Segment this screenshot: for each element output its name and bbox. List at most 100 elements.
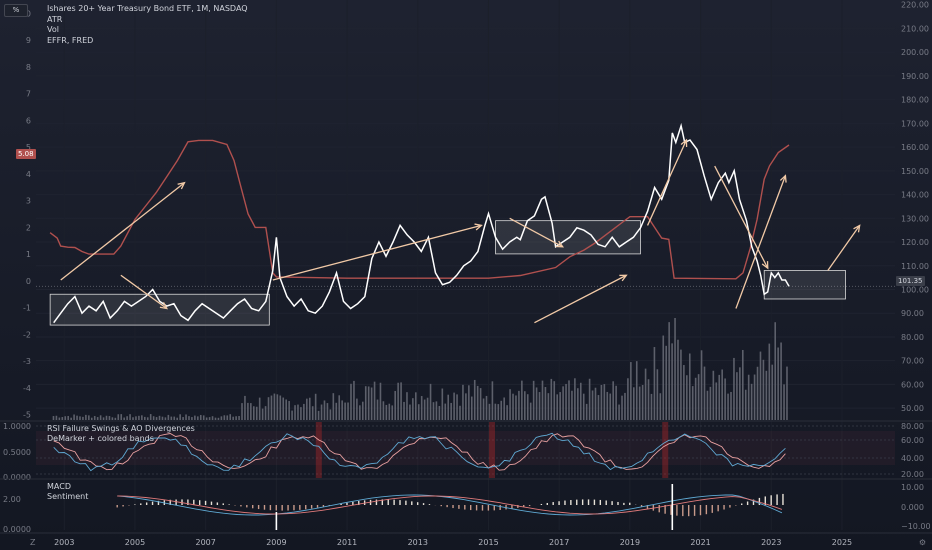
volume-bar <box>733 357 735 420</box>
volume-bar <box>199 414 202 420</box>
volume-bar <box>82 416 84 420</box>
time-tick-label: 2025 <box>832 538 852 547</box>
volume-bar <box>173 416 176 420</box>
demarker-label[interactable]: DeMarker + colored bands <box>47 434 154 444</box>
volume-bar <box>585 403 588 420</box>
rsi-failure-swings-label[interactable]: RSI Failure Swings & AO Divergences <box>47 424 195 434</box>
volume-bar <box>447 394 450 420</box>
volume-bar <box>538 392 541 420</box>
volume-bar <box>415 392 417 420</box>
volume-bar <box>556 394 559 420</box>
volume-bar <box>429 383 432 420</box>
price-tick-label: 80.00 <box>901 333 924 342</box>
osc-right-tick: 20.00 <box>901 470 924 479</box>
volume-bar <box>420 396 423 420</box>
volume-bar <box>574 378 576 420</box>
volume-bar <box>747 374 750 420</box>
volume-bar <box>170 416 173 420</box>
volume-bar <box>630 362 632 420</box>
price-tick-label: 130.00 <box>901 214 929 223</box>
volume-bar <box>677 339 679 420</box>
volume-bar <box>494 403 497 420</box>
volume-bar <box>303 403 305 420</box>
volume-bar <box>417 404 420 420</box>
volume-bar <box>311 406 314 420</box>
macd-histogram-bar <box>658 505 660 513</box>
volume-bar <box>532 380 535 420</box>
volume-bar <box>579 382 582 420</box>
left-tick-label: 1 <box>26 250 31 259</box>
price-tick-label: 150.00 <box>901 167 929 176</box>
volume-bar <box>568 380 570 420</box>
macd-right-tick: 0.000 <box>901 503 924 512</box>
volume-bar <box>665 345 668 420</box>
price-tick-label: 90.00 <box>901 309 924 318</box>
timezone-label[interactable]: Z <box>30 538 35 547</box>
volume-bar <box>403 401 405 420</box>
volume-bar <box>703 366 706 420</box>
volume-bar <box>771 364 774 420</box>
volume-bar <box>158 415 161 420</box>
volume-bar <box>258 397 261 420</box>
osc-right-tick: 60.00 <box>901 436 924 445</box>
volume-bar <box>323 400 326 420</box>
macd-histogram-bar <box>617 501 619 505</box>
osc-left-tick: 0.5000 <box>3 448 31 457</box>
volume-bar <box>191 417 193 420</box>
volume-bar <box>683 365 685 420</box>
volume-bar <box>739 367 741 420</box>
volume-bar <box>526 394 529 420</box>
volume-bar <box>138 415 140 420</box>
left-tick-label: -4 <box>23 384 31 393</box>
volume-bar <box>226 415 229 420</box>
volume-bar <box>582 393 585 420</box>
indicator-atr[interactable]: ATR <box>47 15 248 26</box>
indicator-vol[interactable]: Vol <box>47 25 248 36</box>
volume-bar <box>594 387 597 420</box>
volume-bar <box>476 385 479 420</box>
time-tick-label: 2017 <box>549 538 569 547</box>
volume-bar <box>232 416 234 420</box>
volume-bar <box>759 351 762 420</box>
macd-histogram-bar <box>629 502 631 505</box>
macd-histogram-bar <box>422 503 425 505</box>
time-tick-label: 2007 <box>195 538 215 547</box>
price-tick-label: 110.00 <box>901 262 929 271</box>
indicator-effr[interactable]: EFFR, FRED <box>47 36 248 47</box>
volume-bar <box>730 391 732 420</box>
volume-bar <box>777 347 779 420</box>
volume-bar <box>102 417 105 420</box>
macd-histogram-bar <box>511 505 513 509</box>
effr-value-badge: 5.08 <box>16 149 36 159</box>
volume-bar <box>267 397 270 420</box>
volume-bar <box>506 405 508 420</box>
volume-bar <box>724 378 726 420</box>
settings-icon[interactable]: ⚙ <box>919 538 926 547</box>
volume-bar <box>341 400 343 420</box>
macd-histogram-bar <box>693 505 696 516</box>
volume-bar <box>547 393 550 420</box>
volume-bar <box>96 417 99 420</box>
volume-bar <box>211 416 214 420</box>
volume-bar <box>674 318 676 420</box>
macd-histogram-bar <box>352 501 354 505</box>
macd-histogram-bar <box>776 494 778 505</box>
osc-left-tick: 0.0000 <box>3 473 31 482</box>
volume-bar <box>618 404 620 420</box>
volume-bar <box>577 388 579 420</box>
volume-bar <box>438 405 441 420</box>
macd-histogram-bar <box>216 502 219 505</box>
volume-bar <box>786 366 788 420</box>
volume-bar <box>694 377 697 420</box>
macd-histogram-bar <box>145 502 148 505</box>
macd-histogram-bar <box>116 505 118 508</box>
macd-label[interactable]: MACD <box>47 482 71 492</box>
left-tick-label: -2 <box>23 330 31 339</box>
volume-bar <box>382 401 385 420</box>
time-tick-label: 2015 <box>478 538 498 547</box>
sentiment-label[interactable]: Sentiment <box>47 492 88 502</box>
percent-scale-button[interactable]: % <box>4 4 28 17</box>
volume-bar <box>244 395 246 420</box>
volume-bar <box>143 416 146 420</box>
symbol-title[interactable]: Ishares 20+ Year Treasury Bond ETF, 1M, … <box>47 4 248 15</box>
